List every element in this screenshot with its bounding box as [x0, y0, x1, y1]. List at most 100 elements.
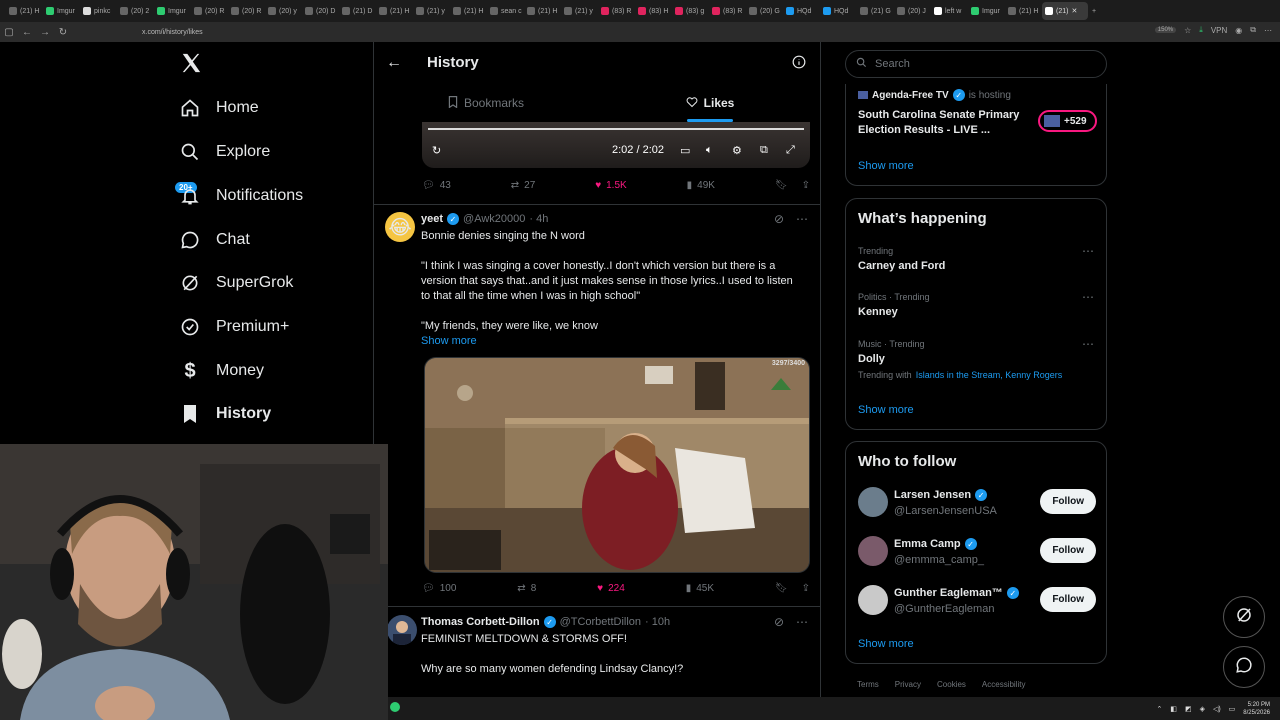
- browser-tab-active[interactable]: (21) ✕: [1042, 2, 1088, 20]
- tab-bookmarks[interactable]: Bookmarks: [374, 84, 598, 122]
- browser-tab[interactable]: Imgur: [154, 2, 190, 20]
- show-more-link[interactable]: Show more: [858, 638, 914, 650]
- grok-icon[interactable]: ⊘: [774, 212, 784, 226]
- browser-tab[interactable]: pinkc: [80, 2, 116, 20]
- share-icon[interactable]: ⇪: [802, 583, 810, 594]
- more-options-icon[interactable]: ⋯: [796, 615, 808, 629]
- browser-tab[interactable]: (21) H: [1005, 2, 1041, 20]
- show-more-link[interactable]: Show more: [421, 334, 477, 349]
- browser-tab[interactable]: (20) D: [302, 2, 338, 20]
- browser-tab[interactable]: (83) g: [672, 2, 708, 20]
- app-icon[interactable]: [390, 702, 400, 712]
- browser-tab[interactable]: HQd: [783, 2, 819, 20]
- grok-float-button[interactable]: [1223, 596, 1265, 638]
- bookmark-icon[interactable]: 🔖︎: [775, 180, 788, 191]
- tray-app-icon[interactable]: ◩: [1185, 705, 1192, 713]
- volume-icon[interactable]: ◁): [1213, 705, 1221, 713]
- captions-icon[interactable]: ▭: [680, 144, 690, 157]
- extensions-icon[interactable]: ⧉: [1250, 25, 1256, 35]
- grok-icon[interactable]: ⊘: [774, 615, 784, 629]
- browser-tab[interactable]: (21) H: [6, 2, 42, 20]
- views-button[interactable]: ▮ 49K: [687, 180, 715, 191]
- avatar[interactable]: [858, 536, 888, 566]
- browser-tab[interactable]: (20) G: [746, 2, 782, 20]
- reload-icon[interactable]: ↻: [54, 27, 72, 38]
- trend-name[interactable]: Carney and Ford: [858, 260, 945, 272]
- menu-icon[interactable]: ⋯: [1264, 26, 1272, 35]
- browser-tab[interactable]: (21) D: [339, 2, 375, 20]
- reply-button[interactable]: 💬︎ 43: [422, 180, 451, 191]
- replay-icon[interactable]: ↻: [432, 144, 441, 157]
- url-field[interactable]: x.com/i/history/likes: [142, 29, 203, 36]
- nav-supergrok[interactable]: SuperGrok: [178, 271, 293, 295]
- bookmark-icon[interactable]: 🔖︎: [775, 583, 788, 594]
- more-options-icon[interactable]: ⋯: [1082, 244, 1094, 258]
- follow-button[interactable]: Follow: [1040, 489, 1096, 514]
- browser-tab[interactable]: (20) R: [228, 2, 264, 20]
- nav-money[interactable]: $ Money: [178, 359, 264, 383]
- pip-icon[interactable]: ⧉: [760, 144, 768, 157]
- browser-tab[interactable]: sean c: [487, 2, 523, 20]
- new-tab-button[interactable]: +: [1089, 2, 1103, 20]
- browser-tab[interactable]: (21) H: [524, 2, 560, 20]
- avatar[interactable]: [387, 615, 417, 645]
- forward-icon[interactable]: →: [36, 27, 54, 38]
- show-more-link[interactable]: Show more: [858, 404, 914, 416]
- trend-name[interactable]: Dolly: [858, 353, 885, 365]
- author-name[interactable]: yeet: [421, 213, 443, 225]
- live-host[interactable]: Agenda-Free TV: [872, 90, 949, 101]
- nav-explore[interactable]: Explore: [178, 140, 270, 164]
- repost-button[interactable]: ⇄ 8: [517, 583, 536, 594]
- nav-home[interactable]: Home: [178, 96, 259, 120]
- network-icon[interactable]: ◈: [1200, 705, 1205, 713]
- tweet-video[interactable]: 3297/3400: [424, 357, 810, 573]
- follow-suggestion[interactable]: Gunther Eagleman™ ✓ @GuntherEagleman Foll…: [858, 585, 1096, 619]
- video-player[interactable]: ↻ 2:02 / 2:02 ▭ 🔈︎ ⚙︎ ⧉ ⤢: [422, 122, 810, 168]
- browser-tab[interactable]: (83) R: [598, 2, 634, 20]
- tweet-time[interactable]: · 4h: [529, 213, 548, 225]
- browser-tab[interactable]: (21) y: [561, 2, 597, 20]
- browser-tab[interactable]: left w: [931, 2, 967, 20]
- more-options-icon[interactable]: ⋯: [796, 212, 808, 226]
- browser-tab[interactable]: (20) J: [894, 2, 930, 20]
- bookmark-star-icon[interactable]: ☆: [1184, 26, 1191, 35]
- vpn-badge[interactable]: VPN: [1211, 26, 1227, 35]
- share-icon[interactable]: ⇪: [802, 180, 810, 191]
- follow-button[interactable]: Follow: [1040, 538, 1096, 563]
- live-card[interactable]: Agenda-Free TV ✓ is hosting South Caroli…: [845, 84, 1107, 186]
- browser-tab[interactable]: Imgur: [968, 2, 1004, 20]
- profile-icon[interactable]: ◉: [1235, 26, 1242, 35]
- browser-tab[interactable]: (21) y: [413, 2, 449, 20]
- battery-icon[interactable]: ▭: [1229, 705, 1236, 713]
- fullscreen-icon[interactable]: ⤢: [786, 144, 795, 157]
- follow-suggestion[interactable]: Larsen Jensen ✓ @LarsenJensenUSA Follow: [858, 487, 1096, 521]
- live-listeners-badge[interactable]: +529: [1038, 110, 1097, 132]
- avatar[interactable]: [858, 487, 888, 517]
- nav-notifications[interactable]: Notifications: [178, 184, 303, 208]
- reply-button[interactable]: 💬︎ 100: [422, 583, 456, 594]
- nav-history[interactable]: History: [178, 402, 271, 426]
- close-tab-icon[interactable]: ✕: [1071, 7, 1077, 15]
- browser-tab[interactable]: Imgur: [43, 2, 79, 20]
- author-name[interactable]: Thomas Corbett-Dillon: [421, 616, 540, 628]
- volume-icon[interactable]: 🔈︎: [706, 144, 713, 157]
- footer-link-terms[interactable]: Terms: [857, 680, 879, 689]
- author-handle[interactable]: @TCorbettDillon: [560, 616, 641, 628]
- browser-tab[interactable]: (21) G: [857, 2, 893, 20]
- like-button[interactable]: ♥ 1.5K: [595, 180, 627, 191]
- footer-link-accessibility[interactable]: Accessibility: [982, 680, 1026, 689]
- browser-tab[interactable]: (20) R: [191, 2, 227, 20]
- browser-tab[interactable]: (21) H: [450, 2, 486, 20]
- nav-chat[interactable]: Chat: [178, 228, 250, 252]
- views-button[interactable]: ▮ 45K: [686, 583, 714, 594]
- tray-app-icon[interactable]: ◧: [1170, 705, 1177, 713]
- nav-premium[interactable]: Premium+: [178, 315, 289, 339]
- info-icon[interactable]: [792, 55, 806, 74]
- tab-likes[interactable]: Likes: [598, 84, 820, 122]
- avatar[interactable]: 😂: [385, 212, 415, 242]
- footer-link-privacy[interactable]: Privacy: [895, 680, 921, 689]
- follow-suggestion[interactable]: Emma Camp ✓ @emmma_camp_ Follow: [858, 536, 1096, 570]
- trend-related-links[interactable]: Islands in the Stream, Kenny Rogers: [916, 370, 1063, 380]
- back-icon[interactable]: ←: [18, 27, 36, 38]
- trend-name[interactable]: Kenney: [858, 306, 898, 318]
